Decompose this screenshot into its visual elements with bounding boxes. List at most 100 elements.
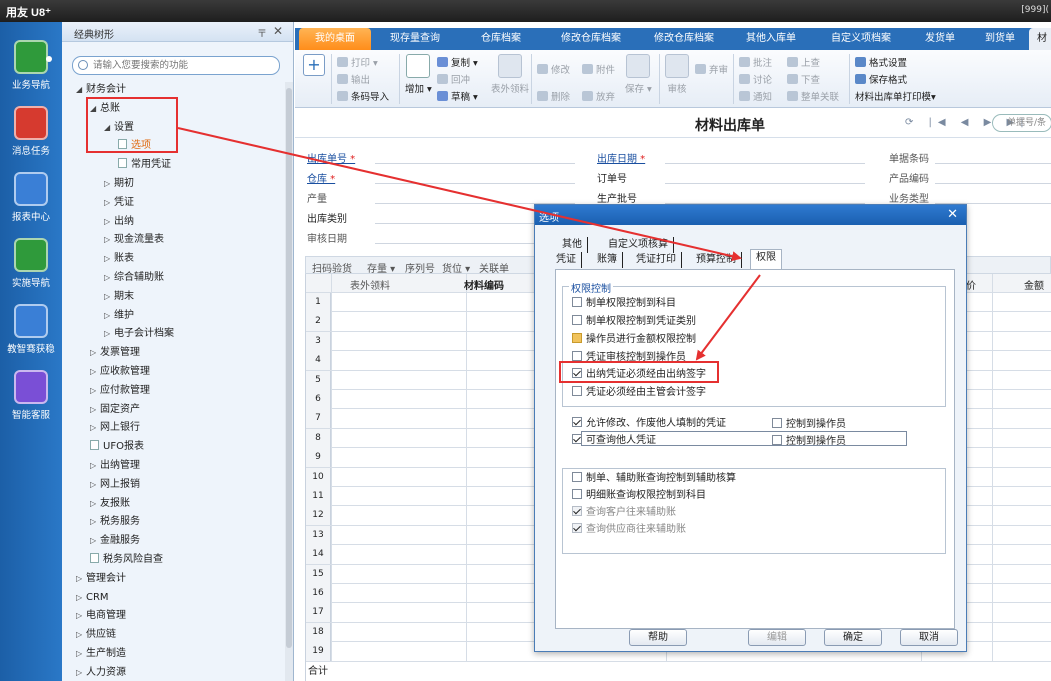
tree-arrow-icon[interactable]: ▷ — [104, 326, 114, 342]
grid-toolbar-item[interactable]: 扫码验货 — [312, 260, 352, 275]
save-format-button[interactable]: 保存格式 — [855, 72, 907, 86]
tab-0[interactable]: 我的桌面 — [299, 28, 371, 50]
tree-node[interactable]: ▷ 出纳管理 — [90, 458, 140, 474]
tree-arrow-icon[interactable]: ▷ — [90, 345, 100, 361]
close-icon[interactable]: ✕ — [273, 24, 283, 38]
tree-node[interactable]: ▷ 供应链 — [76, 627, 116, 643]
leftnav-business-nav[interactable]: 业务导航 — [0, 40, 62, 100]
tree-arrow-icon[interactable]: ▷ — [76, 590, 86, 606]
draft-button[interactable]: 草稿 ▾ — [437, 89, 478, 103]
dialog-tab[interactable]: 其他 — [557, 237, 588, 253]
tree-node[interactable]: ▷ 税务服务 — [90, 514, 140, 530]
print-template-select[interactable]: 材料出库单打印模▾ — [855, 89, 936, 103]
grid-toolbar-item[interactable]: 货位 ▾ — [442, 260, 470, 275]
tree-node[interactable]: ▷ 人力资源 — [76, 665, 126, 681]
tree-arrow-icon[interactable]: ▷ — [90, 514, 100, 530]
tree-scrollbar[interactable] — [285, 82, 293, 681]
tree-arrow-icon[interactable]: ▷ — [90, 496, 100, 512]
grid-toolbar-item[interactable]: 序列号 — [405, 260, 435, 275]
leftnav-implement-nav[interactable]: 实施导航 — [0, 238, 62, 298]
add-button[interactable]: 增加 ▾ — [405, 54, 432, 95]
tree-node[interactable]: UFO报表 — [90, 439, 144, 455]
checkbox-item[interactable]: 操作员进行金额权限控制 — [572, 333, 696, 347]
tab-1[interactable]: 现存量查询 — [371, 28, 459, 50]
add-big-button[interactable]: + — [303, 54, 325, 76]
leftnav-message-task[interactable]: 消息任务 — [0, 106, 62, 166]
search-box[interactable] — [72, 56, 280, 75]
tree-node[interactable]: ▷ 账表 — [104, 251, 134, 267]
grid-col-header[interactable]: 金额 — [1024, 277, 1044, 292]
up-query-button[interactable]: 上查 — [787, 55, 820, 69]
tree-arrow-icon[interactable]: ▷ — [104, 195, 114, 211]
discard-button[interactable]: 放弃 — [582, 89, 615, 103]
tree-node[interactable]: ▷ 期末 — [104, 289, 134, 305]
tree-node[interactable]: ▷ 发票管理 — [90, 345, 140, 361]
copy-button[interactable]: 复制 ▾ — [437, 55, 478, 69]
checkbox-unchecked-icon[interactable] — [572, 386, 582, 396]
tab-7[interactable]: 发货单 — [909, 28, 971, 50]
dialog-tab-voucher-print[interactable]: 凭证打印 — [631, 252, 682, 268]
doc-search-input[interactable]: 单据号/条 — [992, 114, 1051, 132]
tree-node[interactable]: ◢ 财务会计 — [76, 82, 126, 98]
audit-button[interactable]: 审核 — [665, 54, 689, 95]
tree-arrow-icon[interactable]: ▷ — [104, 289, 114, 305]
grid-col-header[interactable]: 价 — [966, 277, 976, 292]
checkbox-item[interactable]: 查询客户往来辅助账 — [572, 506, 676, 520]
save-button[interactable]: 保存 ▾ — [625, 54, 652, 95]
checkbox-checked-icon[interactable] — [572, 523, 582, 533]
checkbox-item[interactable]: 查询供应商往来辅助账 — [572, 523, 686, 537]
tab-4[interactable]: 修改仓库档案 — [639, 28, 729, 50]
tree-node[interactable]: 税务风险自查 — [90, 552, 163, 568]
tree-arrow-icon[interactable]: ◢ — [76, 82, 86, 98]
down-query-button[interactable]: 下查 — [787, 72, 820, 86]
abandon-button[interactable]: 弃审 — [695, 62, 728, 76]
tree-arrow-icon[interactable]: ▷ — [104, 176, 114, 192]
checkbox-checked-icon[interactable] — [572, 434, 582, 444]
dialog-tab[interactable]: 自定义项核算 — [603, 237, 674, 253]
outbound-date-field[interactable] — [665, 163, 865, 164]
checkbox-item[interactable]: 凭证必须经由主管会计签字 — [572, 386, 706, 400]
tree-node[interactable]: ▷ 期初 — [104, 176, 134, 192]
checkbox-item[interactable]: 制单权限控制到凭证类别 — [572, 315, 696, 329]
dialog-close-icon[interactable]: ✕ — [947, 207, 958, 222]
tab-9[interactable]: 材 — [1029, 28, 1051, 50]
tab-3[interactable]: 修改仓库档案 — [543, 28, 639, 50]
tree-node[interactable]: ▷ 固定资产 — [90, 402, 140, 418]
modify-button[interactable]: 修改 — [537, 62, 570, 76]
checkbox-item[interactable]: 允许修改、作废他人填制的凭证 — [572, 417, 726, 431]
checkbox-unchecked-icon[interactable] — [572, 297, 582, 307]
red-reverse-button[interactable]: 回冲 — [437, 72, 470, 86]
tree-arrow-icon[interactable]: ▷ — [104, 232, 114, 248]
tab-8[interactable]: 到货单 — [971, 28, 1029, 50]
checkbox-unchecked-icon[interactable] — [772, 435, 782, 445]
tree-arrow-icon[interactable]: ▷ — [90, 533, 100, 549]
tab-5[interactable]: 其他入库单 — [729, 28, 813, 50]
checkbox-unchecked-icon[interactable] — [572, 351, 582, 361]
output-button[interactable]: 输出 — [337, 72, 370, 86]
attachment-button[interactable]: 附件 — [582, 62, 615, 76]
tree-node[interactable]: ▷ 生产制造 — [76, 646, 126, 662]
tree-arrow-icon[interactable]: ▷ — [76, 646, 86, 662]
print-button[interactable]: 打印 ▾ — [337, 55, 378, 69]
tree-node[interactable]: ▷ 现金流量表 — [104, 232, 164, 248]
checkbox-item[interactable]: 控制到操作员 — [772, 435, 846, 449]
barcode-import-button[interactable]: 条码导入 — [337, 89, 389, 103]
tree-arrow-icon[interactable]: ▷ — [76, 571, 86, 587]
notify-button[interactable]: 通知 — [739, 89, 772, 103]
dialog-tab-permission[interactable]: 权限 — [750, 249, 782, 269]
order-no-field[interactable] — [665, 183, 865, 184]
tree-node[interactable]: ▷ 出纳 — [104, 214, 134, 230]
checkbox-checked-icon[interactable] — [572, 417, 582, 427]
tree-arrow-icon[interactable]: ▷ — [90, 477, 100, 493]
tree-scroll-thumb[interactable] — [286, 88, 292, 648]
tree-arrow-icon[interactable]: ▷ — [90, 402, 100, 418]
tree-arrow-icon[interactable]: ▷ — [90, 420, 100, 436]
tree-arrow-icon[interactable]: ▷ — [90, 458, 100, 474]
annotate-button[interactable]: 批注 — [739, 55, 772, 69]
search-input[interactable] — [93, 59, 273, 72]
grid-col-header[interactable]: 表外领料 — [350, 277, 390, 292]
checkbox-checked-icon[interactable] — [572, 506, 582, 516]
discuss-button[interactable]: 讨论 — [739, 72, 772, 86]
tree-node[interactable]: ▷ 应收款管理 — [90, 364, 150, 380]
leftnav-smart-service[interactable]: 智能客服 — [0, 370, 62, 430]
